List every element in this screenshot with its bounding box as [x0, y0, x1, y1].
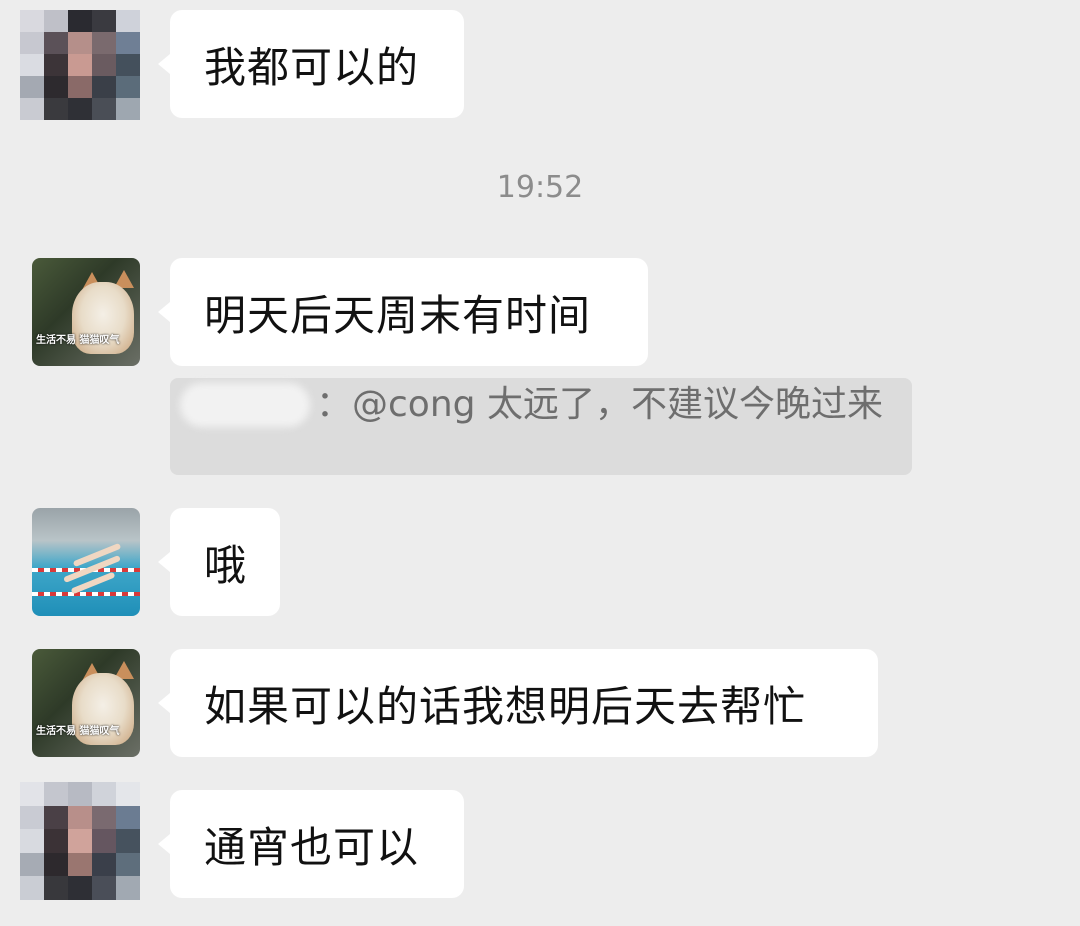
- quoted-message[interactable]: ：@cong 太远了，不建议今晚过来: [170, 378, 912, 475]
- message-bubble[interactable]: 通宵也可以: [158, 790, 464, 898]
- blurred-person-avatar[interactable]: [20, 782, 140, 900]
- message-bubble[interactable]: 我都可以的: [158, 10, 464, 118]
- avatar-caption: 生活不易 猫猫叹气: [36, 726, 120, 737]
- chat-message-list[interactable]: 我都可以的 19:52 生活不易 猫猫叹气 明天后天周末有时间 ：@cong 太…: [0, 0, 1080, 926]
- avatar-caption: 生活不易 猫猫叹气: [36, 335, 120, 346]
- cat-meme-avatar[interactable]: 生活不易 猫猫叹气: [32, 258, 140, 366]
- message-text: 我都可以的: [204, 42, 420, 92]
- swimming-pool-avatar[interactable]: [32, 508, 140, 616]
- quote-separator: ：: [316, 384, 353, 425]
- message-timestamp: 19:52: [496, 170, 584, 205]
- message-text: 通宵也可以: [204, 822, 420, 872]
- message-text: 明天后天周末有时间: [204, 290, 592, 340]
- message-text: 哦: [204, 540, 248, 590]
- message-bubble[interactable]: 明天后天周末有时间: [158, 258, 648, 366]
- message-text: 如果可以的话我想明后天去帮忙: [204, 681, 807, 731]
- quote-text: @cong 太远了，不建议今晚过来: [352, 384, 883, 425]
- message-bubble[interactable]: 哦: [158, 508, 280, 616]
- message-bubble[interactable]: 如果可以的话我想明后天去帮忙: [158, 649, 878, 757]
- cat-meme-avatar[interactable]: 生活不易 猫猫叹气: [32, 649, 140, 757]
- quote-sender-name-redacted: [180, 383, 310, 427]
- blurred-person-avatar[interactable]: [20, 10, 140, 120]
